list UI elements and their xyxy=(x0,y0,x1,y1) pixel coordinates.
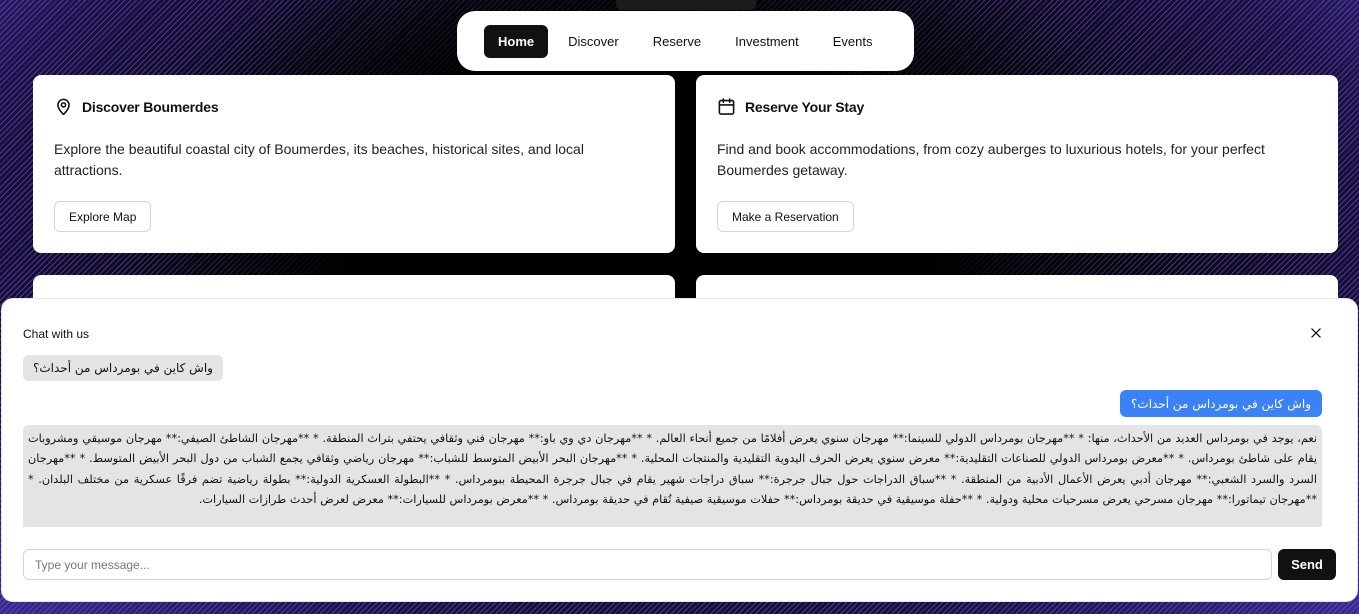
chat-message-user: واش كاين في بومرداس من أحداث؟ xyxy=(23,355,223,381)
send-button[interactable]: Send xyxy=(1278,549,1336,580)
discover-card: Discover Boumerdes Explore the beautiful… xyxy=(33,75,675,253)
reserve-card: Reserve Your Stay Find and book accommod… xyxy=(696,75,1338,253)
chat-panel: Chat with us واش كاين في بومرداس من أحدا… xyxy=(1,298,1358,602)
reserve-card-title-text: Reserve Your Stay xyxy=(745,98,865,115)
nav-item-reserve[interactable]: Reserve xyxy=(639,26,715,57)
reserve-card-title: Reserve Your Stay xyxy=(717,97,864,116)
main-nav: Home Discover Reserve Investment Events xyxy=(457,11,914,71)
reserve-card-description: Find and book accommodations, from cozy … xyxy=(717,141,1265,178)
chat-message-user: واش كاين في بومرداس من أحداث؟ xyxy=(1120,390,1322,417)
chat-title: Chat with us xyxy=(23,327,90,341)
discover-card-title: Discover Boumerdes xyxy=(54,97,219,116)
make-reservation-button[interactable]: Make a Reservation xyxy=(717,201,854,232)
map-pin-icon xyxy=(57,98,70,116)
chat-message-bot: نعم، يوجد في بومرداس العديد من الأحداث، … xyxy=(23,425,1322,527)
explore-map-button[interactable]: Explore Map xyxy=(54,201,152,232)
top-banner xyxy=(616,0,756,10)
nav-item-events[interactable]: Events xyxy=(819,26,887,57)
close-icon[interactable] xyxy=(1309,326,1323,340)
discover-card-title-text: Discover Boumerdes xyxy=(82,98,219,115)
discover-card-description: Explore the beautiful coastal city of Bo… xyxy=(54,141,584,178)
chat-message-input[interactable] xyxy=(23,549,1272,580)
nav-item-investment[interactable]: Investment xyxy=(721,26,813,57)
calendar-icon xyxy=(718,98,735,115)
nav-item-home[interactable]: Home xyxy=(484,24,549,58)
nav-item-discover[interactable]: Discover xyxy=(554,26,633,57)
